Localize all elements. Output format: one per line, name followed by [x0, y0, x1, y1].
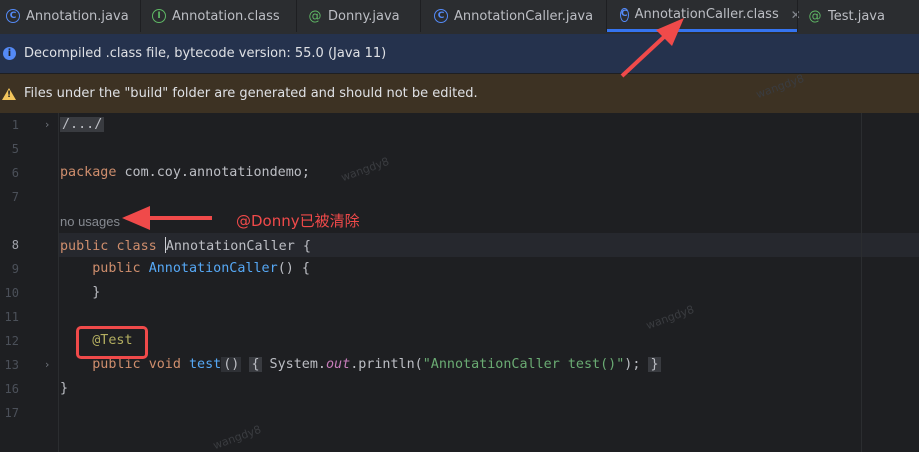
code-text: System.: [261, 357, 326, 372]
keyword: public: [92, 357, 141, 372]
tab-annotation-class[interactable]: I Annotation.class: [146, 0, 296, 32]
line-number: 6: [11, 166, 19, 180]
class-icon: C: [434, 9, 448, 23]
usages-hint[interactable]: no usages: [60, 214, 120, 229]
tab-annotation-java[interactable]: C Annotation.java: [0, 0, 140, 32]
editor-tab-bar: C Annotation.java I Annotation.class @ D…: [0, 0, 919, 35]
right-margin-guide: [861, 113, 862, 452]
tab-test-java[interactable]: @ Test.java: [802, 0, 912, 32]
code-line-13: public void test() { System.out.println(…: [60, 357, 661, 372]
tab-label: AnnotationCaller.java: [454, 8, 594, 24]
code-text: () {: [277, 261, 310, 276]
fold-chevron-icon[interactable]: ›: [45, 118, 49, 131]
code-text: (): [221, 357, 242, 372]
tab-annotationcaller-class[interactable]: C AnnotationCaller.class ✕: [607, 0, 801, 32]
code-editor[interactable]: 1 5 6 7 8 9 10 11 12 13 16 17 › › /.../ …: [0, 113, 919, 452]
line-number: 5: [11, 142, 19, 156]
code-line-1: /.../: [60, 117, 105, 132]
brace: }: [92, 285, 101, 300]
watermark: wangdy8: [211, 422, 263, 452]
code-line-9: public AnnotationCaller() {: [60, 261, 310, 276]
annotation-icon: @: [308, 8, 322, 24]
line-number: 16: [4, 382, 19, 396]
interface-icon: I: [152, 9, 166, 23]
package-name: com.coy.annotationdemo;: [116, 165, 310, 180]
annotation-note: @Donny已被清除: [236, 212, 360, 230]
code-text: .println(: [350, 357, 423, 372]
line-number: 1: [11, 118, 19, 132]
code-line-8: public class AnnotationCaller {: [60, 237, 311, 254]
build-warning-text: Files under the "build" folder are gener…: [24, 86, 478, 101]
line-number: 13: [4, 358, 19, 372]
constructor-name: AnnotationCaller: [148, 261, 278, 276]
decompiled-banner: i Decompiled .class file, bytecode versi…: [0, 34, 919, 74]
string-literal: "AnnotationCaller test()": [422, 357, 625, 372]
code-line-6: package com.coy.annotationdemo;: [60, 165, 310, 180]
keyword: public: [60, 239, 109, 254]
folded-brace[interactable]: }: [648, 357, 661, 372]
keyword: class: [116, 239, 157, 254]
folded-brace[interactable]: {: [249, 357, 262, 372]
line-number: 12: [4, 334, 19, 348]
tab-label: Donny.java: [328, 8, 400, 24]
code-line-16: }: [60, 381, 68, 396]
tab-annotationcaller-java[interactable]: C AnnotationCaller.java: [428, 0, 606, 32]
watermark: wangdy8: [339, 154, 391, 185]
info-icon: i: [3, 47, 16, 60]
decompiled-banner-text: Decompiled .class file, bytecode version…: [24, 46, 387, 61]
warning-icon: !: [2, 87, 16, 100]
brace: {: [294, 239, 311, 254]
class-icon: C: [6, 9, 20, 23]
keyword: void: [148, 357, 181, 372]
code-line-10: }: [60, 285, 100, 300]
keyword: public: [92, 261, 141, 276]
line-number: 10: [4, 286, 19, 300]
watermark: wangdy8: [644, 302, 696, 333]
method-name: test: [189, 357, 222, 372]
keyword: package: [60, 165, 117, 180]
line-number: 11: [4, 310, 19, 324]
tab-label: Annotation.class: [172, 8, 280, 24]
class-icon: C: [620, 7, 629, 22]
code-text: );: [624, 357, 641, 372]
highlight-box: [76, 326, 148, 359]
line-number: 7: [11, 190, 19, 204]
folded-imports[interactable]: /.../: [60, 117, 105, 132]
close-tab-icon[interactable]: ✕: [791, 8, 801, 22]
static-field: out: [326, 357, 351, 372]
class-name: AnnotationCaller: [165, 239, 295, 254]
tab-donny-java[interactable]: @ Donny.java: [302, 0, 422, 32]
fold-chevron-icon[interactable]: ›: [45, 358, 49, 371]
line-number: 17: [4, 406, 19, 420]
tab-label: Annotation.java: [26, 8, 129, 24]
brace: }: [60, 381, 69, 396]
annotation-icon: @: [808, 8, 822, 24]
tab-label: Test.java: [828, 8, 885, 24]
line-number-current: 8: [11, 238, 19, 252]
line-number: 9: [11, 262, 19, 276]
tab-label: AnnotationCaller.class: [634, 7, 779, 22]
